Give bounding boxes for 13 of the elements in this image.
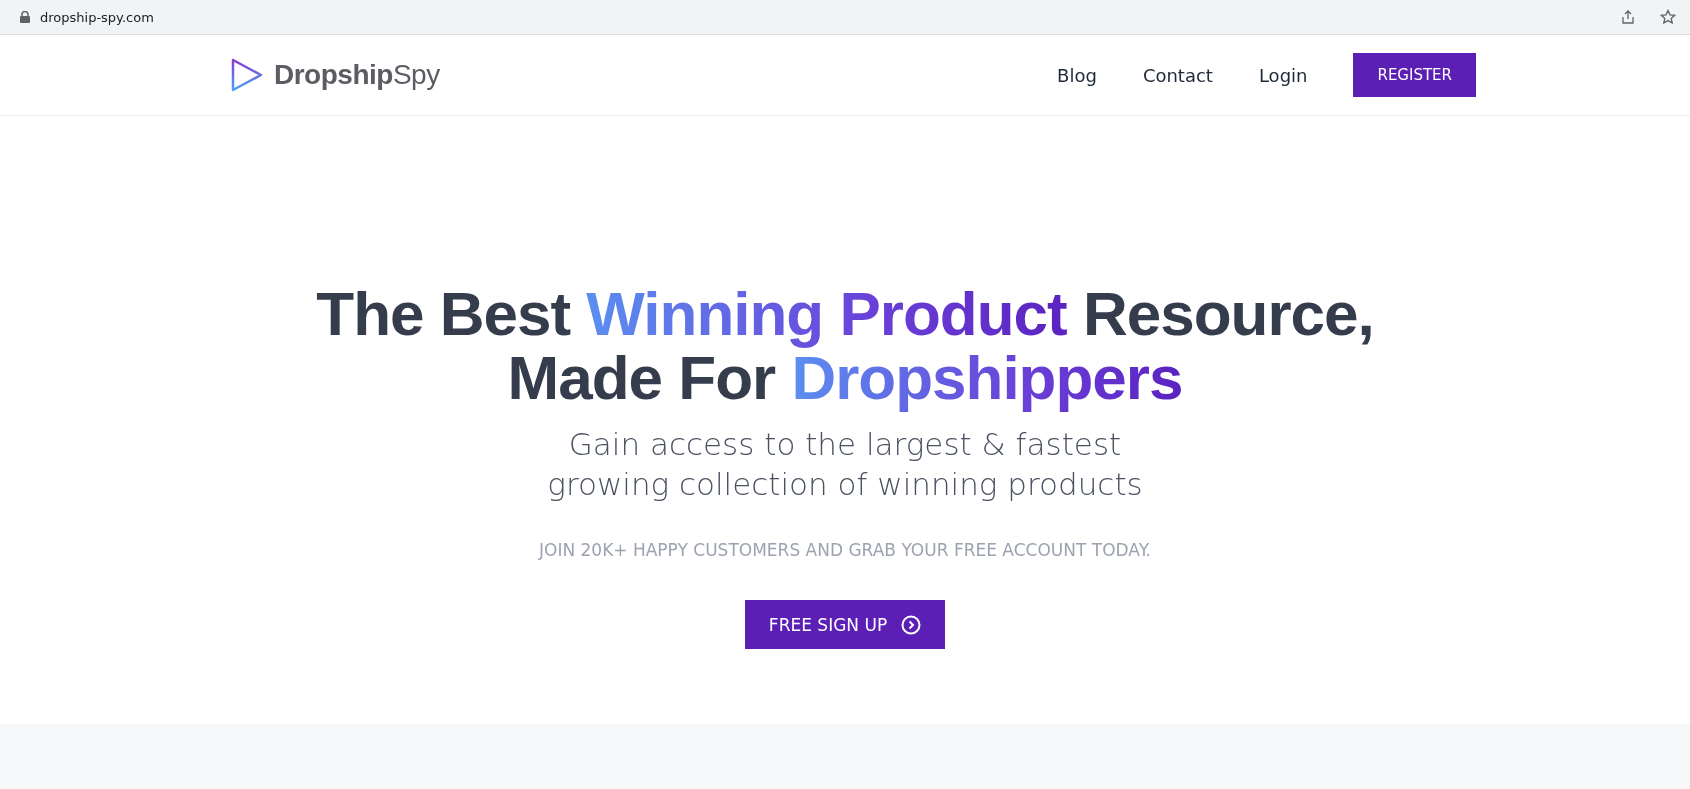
nav-link[interactable]: Blog	[1057, 64, 1097, 86]
nav-link[interactable]: Contact	[1142, 64, 1213, 86]
share-icon[interactable]	[1620, 9, 1636, 25]
free-sign-up-button[interactable]: FREE SIGN UP	[744, 600, 946, 649]
nav-link[interactable]: Login	[1258, 64, 1308, 86]
chevron-circle-icon	[901, 614, 922, 635]
register-button[interactable]: REGISTER	[1353, 53, 1476, 97]
star-icon[interactable]	[1660, 9, 1676, 25]
hero-headline: The Best Winning Product Resource,	[316, 282, 1374, 346]
hero-tagline: JOIN 20K+ HAPPY CUSTOMERS AND GRAB YOUR FREE ACCOUNT TODAY.	[539, 540, 1151, 560]
logo-wordmark: DropshipSpy	[274, 59, 440, 91]
hero-subtitle: Gain access to the largest & fastest growing collection of winning products	[547, 425, 1143, 504]
lock-icon	[20, 11, 30, 23]
